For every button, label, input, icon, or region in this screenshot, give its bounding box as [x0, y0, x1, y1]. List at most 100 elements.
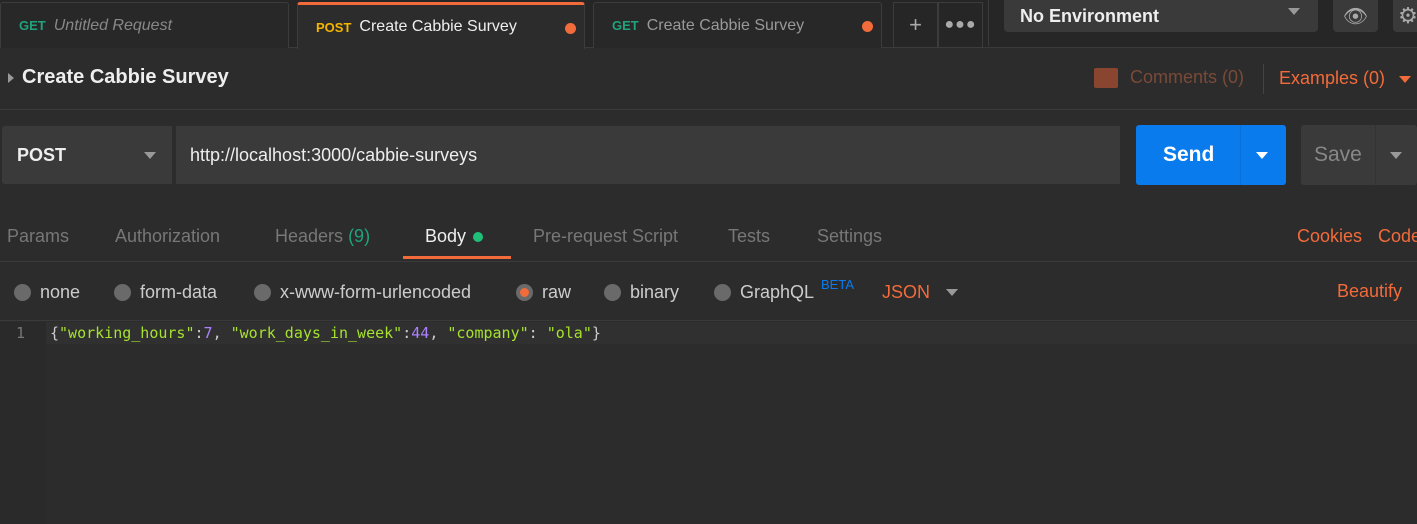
radio-icon: [714, 284, 731, 301]
option-label: none: [40, 282, 81, 302]
tab-method: POST: [316, 19, 352, 35]
environment-select[interactable]: No Environment: [1004, 0, 1318, 32]
body-type-form-data[interactable]: form-data: [114, 282, 217, 303]
request-tab-active[interactable]: POST Create Cabbie Survey: [297, 2, 585, 49]
chevron-down-icon[interactable]: [1390, 152, 1402, 159]
tab-authorization[interactable]: Authorization: [115, 226, 220, 247]
code-token: "ola": [546, 324, 592, 342]
radio-icon: [114, 284, 131, 301]
code-token: 44: [411, 324, 430, 342]
tab-method: GET: [612, 18, 639, 33]
tab-label: Body: [425, 226, 467, 246]
comments-label: Comments (0): [1130, 67, 1245, 87]
request-tab[interactable]: GET Untitled Request: [0, 2, 289, 48]
tab-body[interactable]: Body: [425, 226, 484, 247]
line-number: 1: [16, 324, 26, 342]
code-token: :: [402, 324, 412, 342]
send-button[interactable]: Send: [1136, 125, 1286, 185]
comments-button[interactable]: Comments (0): [1094, 67, 1244, 88]
divider: [988, 0, 989, 46]
chevron-down-icon[interactable]: [946, 289, 958, 296]
option-label: x-www-form-urlencoded: [280, 282, 472, 302]
comment-icon: [1094, 67, 1118, 88]
tab-pre-request-script[interactable]: Pre-request Script: [533, 226, 678, 247]
cookies-link[interactable]: Cookies: [1297, 226, 1362, 247]
divider: [1375, 125, 1376, 185]
save-button[interactable]: Save: [1301, 125, 1417, 185]
chevron-down-icon[interactable]: [1399, 76, 1411, 83]
unsaved-dot-icon: [565, 23, 576, 34]
url-input[interactable]: http://localhost:3000/cabbie-surveys: [176, 126, 1120, 184]
code-token: ,: [212, 324, 231, 342]
tab-params[interactable]: Params: [7, 226, 69, 247]
radio-icon: [604, 284, 621, 301]
divider: [0, 320, 1417, 321]
code-token: :: [528, 324, 547, 342]
tab-method: GET: [19, 18, 46, 33]
code-editor[interactable]: {"working_hours":7, "work_days_in_week":…: [50, 324, 601, 342]
headers-count: (9): [348, 226, 371, 246]
body-type-none[interactable]: none: [14, 282, 80, 303]
environment-label: No Environment: [1020, 5, 1160, 26]
divider: [1240, 125, 1241, 185]
chevron-down-icon[interactable]: [1256, 152, 1268, 159]
environment-quick-look-button[interactable]: 👁: [1333, 0, 1378, 32]
request-title[interactable]: Create Cabbie Survey: [8, 66, 229, 89]
gear-icon: ⚙: [1398, 3, 1417, 28]
examples-label: Examples (0): [1279, 68, 1386, 88]
active-tab-indicator: [403, 256, 511, 259]
save-label: Save: [1314, 143, 1362, 166]
beta-badge: BETA: [821, 277, 854, 292]
ellipsis-icon: ●●●: [944, 16, 977, 33]
eye-icon: 👁: [1342, 5, 1369, 28]
code-token: :: [194, 324, 204, 342]
code-link[interactable]: Code: [1378, 226, 1417, 247]
method-label: POST: [17, 144, 67, 165]
tab-label: Headers: [275, 226, 344, 246]
tab-tests[interactable]: Tests: [728, 226, 770, 247]
caret-right-icon: [8, 72, 14, 83]
tab-label: Create Cabbie Survey: [646, 16, 805, 34]
option-label: raw: [542, 282, 572, 302]
method-select[interactable]: POST: [2, 126, 172, 184]
divider: [1263, 64, 1264, 94]
status-dot-icon: [473, 231, 484, 242]
format-select[interactable]: JSON: [882, 282, 930, 303]
more-tabs-button[interactable]: ●●●: [938, 2, 983, 48]
tab-label: Create Cabbie Survey: [359, 18, 517, 35]
chevron-down-icon: [144, 152, 156, 159]
body-type-graphql[interactable]: GraphQL: [714, 282, 814, 303]
settings-button[interactable]: ⚙: [1393, 0, 1417, 32]
code-token: {: [50, 324, 60, 342]
tab-label: Untitled Request: [53, 16, 173, 34]
tab-headers[interactable]: Headers (9): [275, 226, 370, 247]
option-label: GraphQL: [740, 282, 815, 302]
option-label: binary: [630, 282, 680, 302]
request-name: Create Cabbie Survey: [22, 66, 229, 88]
url-value: http://localhost:3000/cabbie-surveys: [190, 144, 478, 165]
option-label: form-data: [140, 282, 218, 302]
code-token: "working_hours": [59, 324, 195, 342]
body-type-urlencoded[interactable]: x-www-form-urlencoded: [254, 282, 471, 303]
divider: [0, 261, 1417, 262]
code-token: ,: [429, 324, 448, 342]
code-token: }: [591, 324, 601, 342]
code-token: 7: [203, 324, 213, 342]
examples-button[interactable]: Examples (0): [1279, 68, 1385, 89]
send-label: Send: [1163, 143, 1215, 166]
beautify-button[interactable]: Beautify: [1337, 281, 1402, 302]
radio-selected-icon: [516, 284, 533, 301]
new-tab-button[interactable]: +: [893, 2, 938, 48]
plus-icon: +: [909, 12, 922, 37]
body-type-binary[interactable]: binary: [604, 282, 679, 303]
format-label: JSON: [882, 282, 931, 302]
code-token: "company": [447, 324, 529, 342]
chevron-down-icon: [1288, 8, 1300, 15]
request-tab[interactable]: GET Create Cabbie Survey: [593, 2, 882, 48]
radio-icon: [254, 284, 271, 301]
unsaved-dot-icon: [862, 21, 873, 32]
tab-settings[interactable]: Settings: [817, 226, 882, 247]
body-type-raw[interactable]: raw: [516, 282, 571, 303]
radio-icon: [14, 284, 31, 301]
code-token: "work_days_in_week": [230, 324, 403, 342]
